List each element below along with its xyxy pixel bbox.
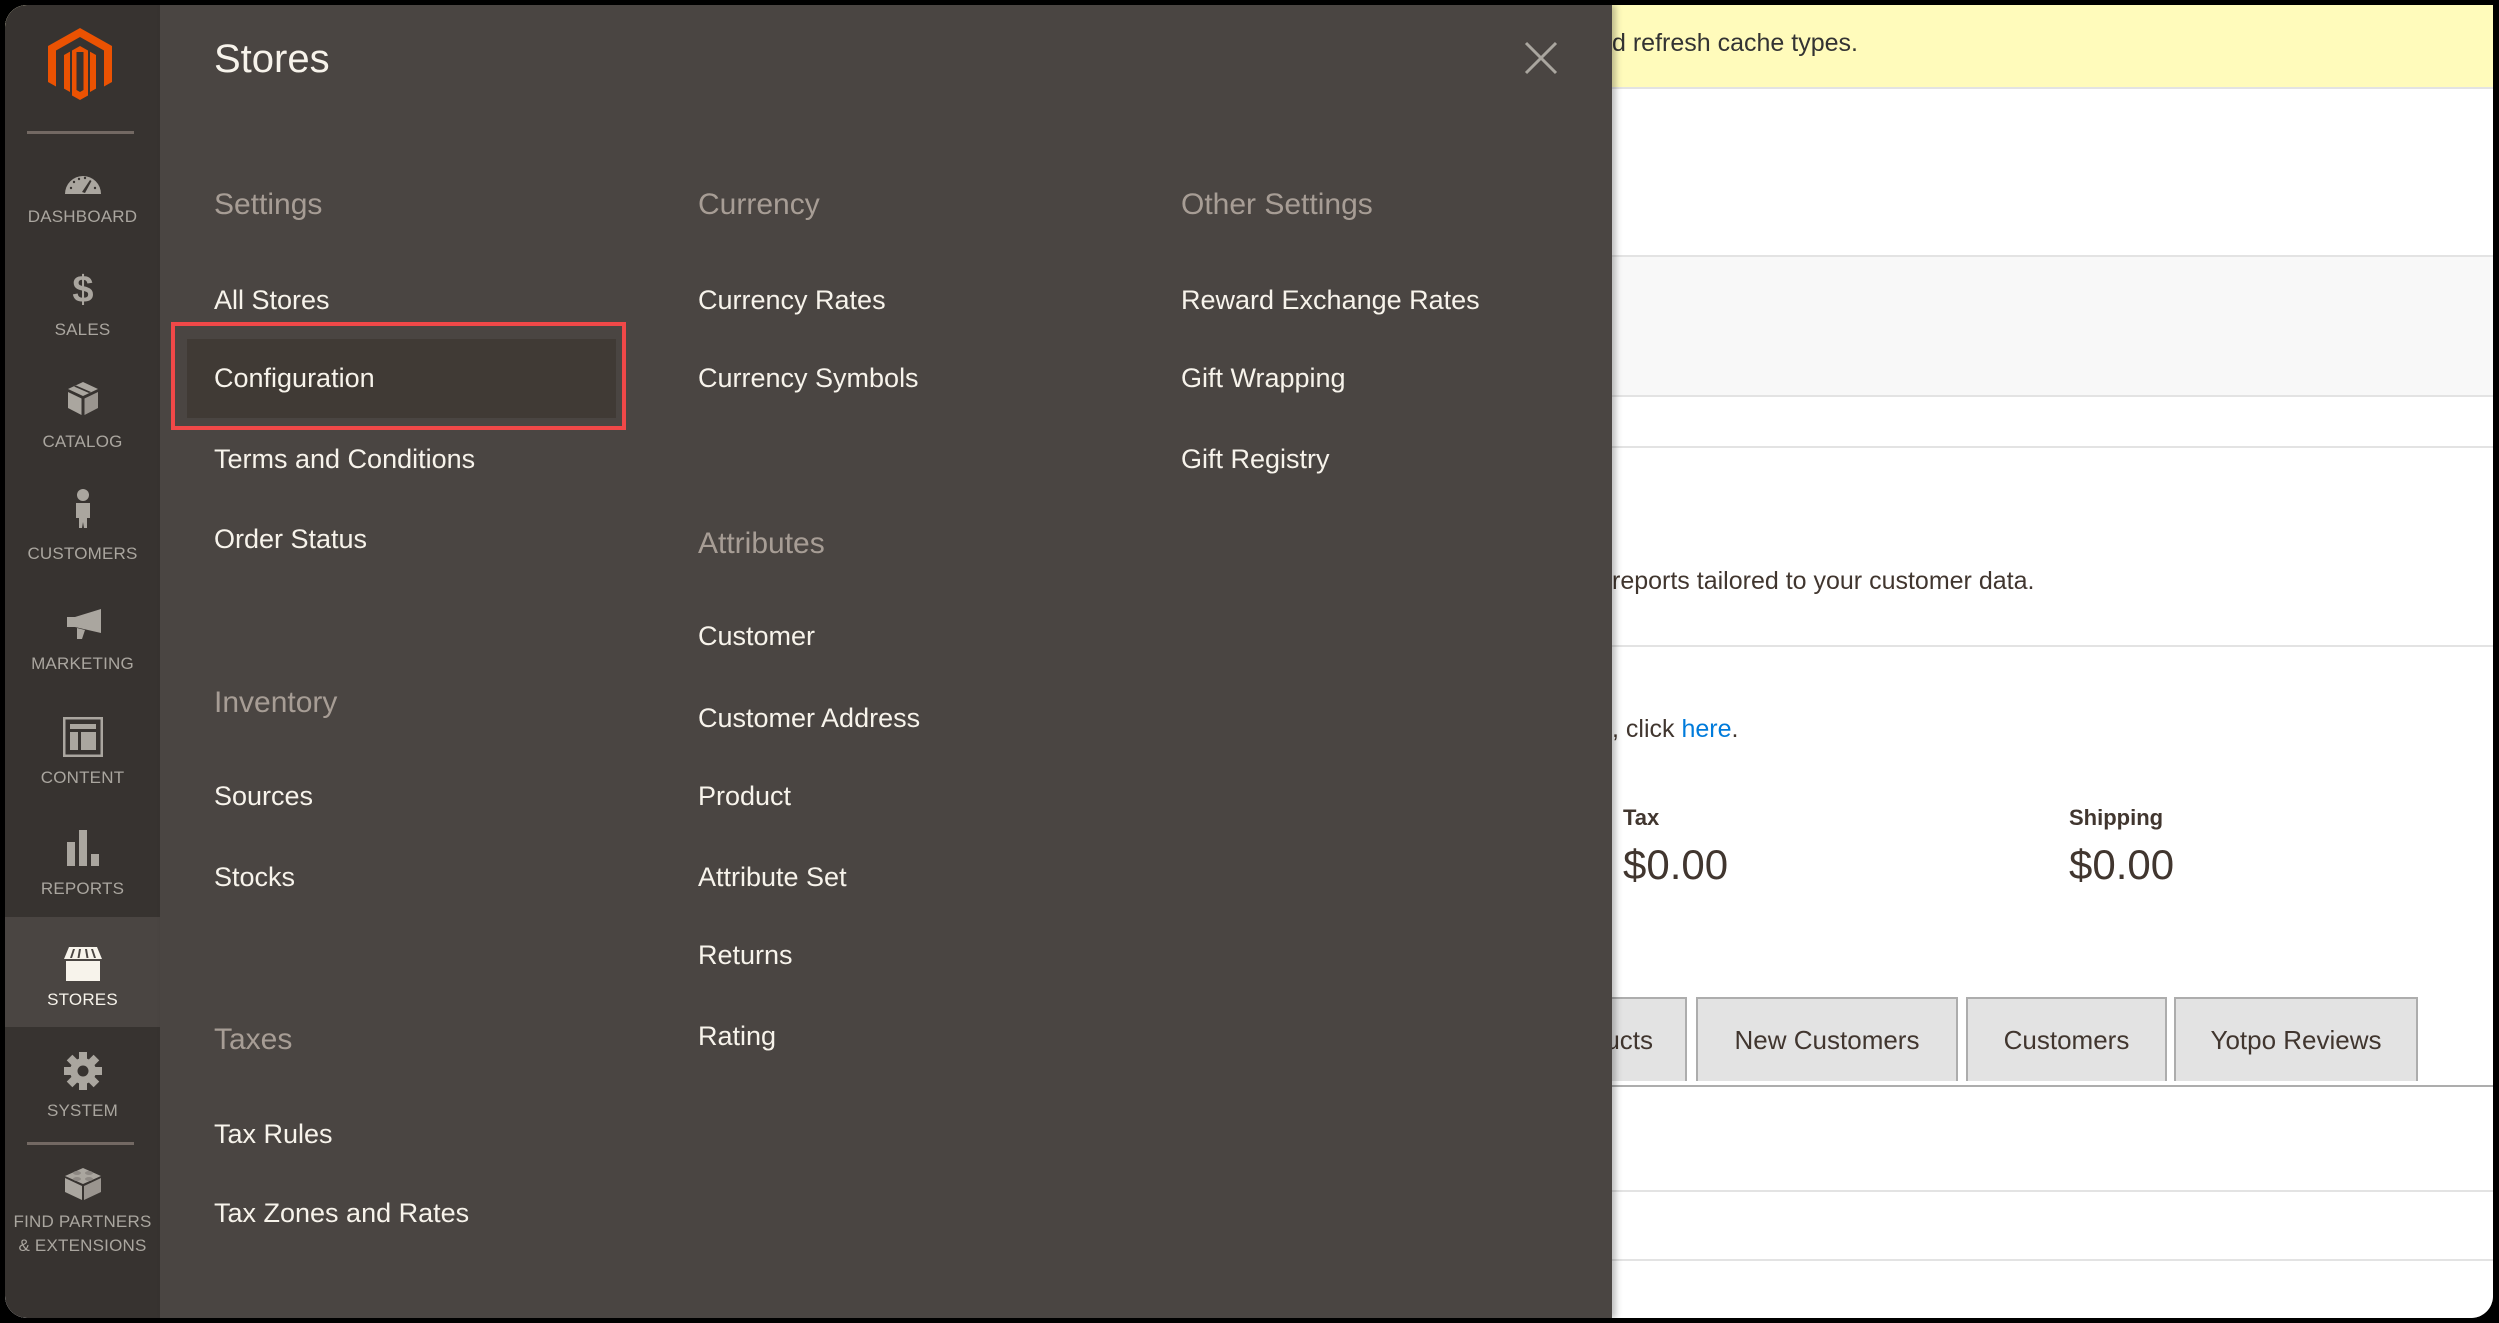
menu-item-rating[interactable]: Rating — [698, 1021, 776, 1052]
lego-brick-icon — [64, 1168, 101, 1200]
layout-icon — [62, 717, 103, 757]
tab-new-customers[interactable]: New Customers — [1696, 997, 1958, 1081]
admin-sidebar: DASHBOARD $ SALES CATALOG CUSTOMERS MARK… — [5, 5, 160, 1318]
magento-logo-icon — [48, 28, 112, 100]
sidebar-item-stores[interactable]: STORES — [5, 917, 160, 1027]
sidebar-item-label: CATALOG — [42, 432, 123, 451]
sidebar-item-label: CONTENT — [40, 768, 125, 787]
sidebar-item-catalog[interactable]: CATALOG — [5, 362, 160, 472]
storefront-icon — [63, 947, 102, 981]
menu-item-customer[interactable]: Customer — [698, 621, 815, 652]
stat-tax-label: Tax — [1623, 805, 1660, 830]
menu-item-attribute-set[interactable]: Attribute Set — [698, 862, 847, 893]
group-title-taxes: Taxes — [214, 1023, 293, 1056]
click-prefix: , click — [1612, 715, 1682, 743]
sidebar-divider — [27, 131, 134, 134]
menu-item-configuration[interactable]: Configuration — [214, 363, 375, 394]
sidebar-item-content[interactable]: CONTENT — [5, 697, 160, 807]
stat-shipping-label: Shipping — [2069, 805, 2164, 830]
group-title-other-settings: Other Settings — [1181, 188, 1373, 221]
stat-tax-value: $0.00 — [1623, 841, 1729, 888]
menu-item-tax-rules[interactable]: Tax Rules — [214, 1119, 333, 1150]
sidebar-item-label: STORES — [47, 990, 118, 1009]
stat-shipping-value: $0.00 — [2069, 841, 2175, 888]
sidebar-divider — [27, 1142, 134, 1145]
megaphone-icon — [66, 609, 101, 639]
chart-disabled-text: , click here. — [1612, 715, 1738, 744]
tab-yotpo-reviews[interactable]: Yotpo Reviews — [2174, 997, 2418, 1081]
sidebar-item-marketing[interactable]: MARKETING — [5, 585, 160, 695]
menu-item-customer-address[interactable]: Customer Address — [698, 703, 920, 734]
menu-item-sources[interactable]: Sources — [214, 781, 313, 812]
dollar-icon: $ — [72, 269, 93, 308]
gear-icon — [63, 1052, 102, 1090]
menu-item-returns[interactable]: Returns — [698, 940, 793, 971]
group-title-settings: Settings — [214, 188, 323, 221]
menu-item-gift-wrapping[interactable]: Gift Wrapping — [1181, 363, 1346, 394]
group-title-currency: Currency — [698, 188, 820, 221]
bar-chart-icon — [66, 830, 99, 866]
banner-text: d refresh cache types. — [1612, 29, 1858, 57]
sidebar-item-label: SALES — [54, 320, 111, 339]
sidebar-item-label: MARKETING — [31, 654, 134, 673]
menu-item-gift-registry[interactable]: Gift Registry — [1181, 444, 1330, 475]
magento-logo[interactable] — [48, 28, 112, 100]
menu-item-order-status[interactable]: Order Status — [214, 524, 367, 555]
sidebar-item-find-partners[interactable]: FIND PARTNERS & EXTENSIONS — [5, 1150, 160, 1280]
click-here-link[interactable]: here — [1681, 715, 1731, 743]
sidebar-item-label: REPORTS — [40, 879, 125, 898]
menu-item-product[interactable]: Product — [698, 781, 791, 812]
group-title-inventory: Inventory — [214, 686, 338, 719]
box-icon — [67, 382, 98, 415]
close-icon[interactable] — [1523, 40, 1559, 76]
sidebar-item-system[interactable]: SYSTEM — [5, 1031, 160, 1141]
dashboard-gauge-icon — [64, 176, 101, 194]
tab-customers[interactable]: Customers — [1966, 997, 2167, 1081]
menu-item-reward-exchange-rates[interactable]: Reward Exchange Rates — [1181, 285, 1480, 316]
advanced-reporting-text: reports tailored to your customer data. — [1612, 567, 2035, 595]
window-frame: d refresh cache types. reports tailored … — [0, 0, 2499, 1323]
sidebar-item-customers[interactable]: CUSTOMERS — [5, 474, 160, 584]
sidebar-item-label: SYSTEM — [46, 1101, 119, 1120]
svg-text:$: $ — [72, 269, 93, 308]
sidebar-item-dashboard[interactable]: DASHBOARD — [5, 138, 160, 248]
menu-item-terms-and-conditions[interactable]: Terms and Conditions — [214, 444, 475, 475]
menu-item-currency-rates[interactable]: Currency Rates — [698, 285, 886, 316]
click-suffix: . — [1731, 715, 1739, 743]
sidebar-item-label: DASHBOARD — [27, 207, 138, 226]
menu-item-all-stores[interactable]: All Stores — [214, 285, 330, 316]
group-title-attributes: Attributes — [698, 527, 825, 560]
menu-item-stocks[interactable]: Stocks — [214, 862, 295, 893]
sidebar-item-label: FIND PARTNERS — [13, 1212, 152, 1231]
sidebar-item-label: & EXTENSIONS — [18, 1236, 147, 1255]
stores-menu-panel: Stores Settings All Stores Configuration… — [160, 5, 1612, 1318]
menu-item-tax-zones-and-rates[interactable]: Tax Zones and Rates — [214, 1198, 469, 1229]
menu-item-currency-symbols[interactable]: Currency Symbols — [698, 363, 919, 394]
admin-screen: d refresh cache types. reports tailored … — [5, 5, 2493, 1318]
sidebar-item-sales[interactable]: $ SALES — [5, 250, 160, 360]
person-icon — [75, 489, 90, 528]
sidebar-item-label: CUSTOMERS — [27, 544, 138, 563]
panel-title: Stores — [214, 37, 330, 81]
sidebar-item-reports[interactable]: REPORTS — [5, 808, 160, 918]
